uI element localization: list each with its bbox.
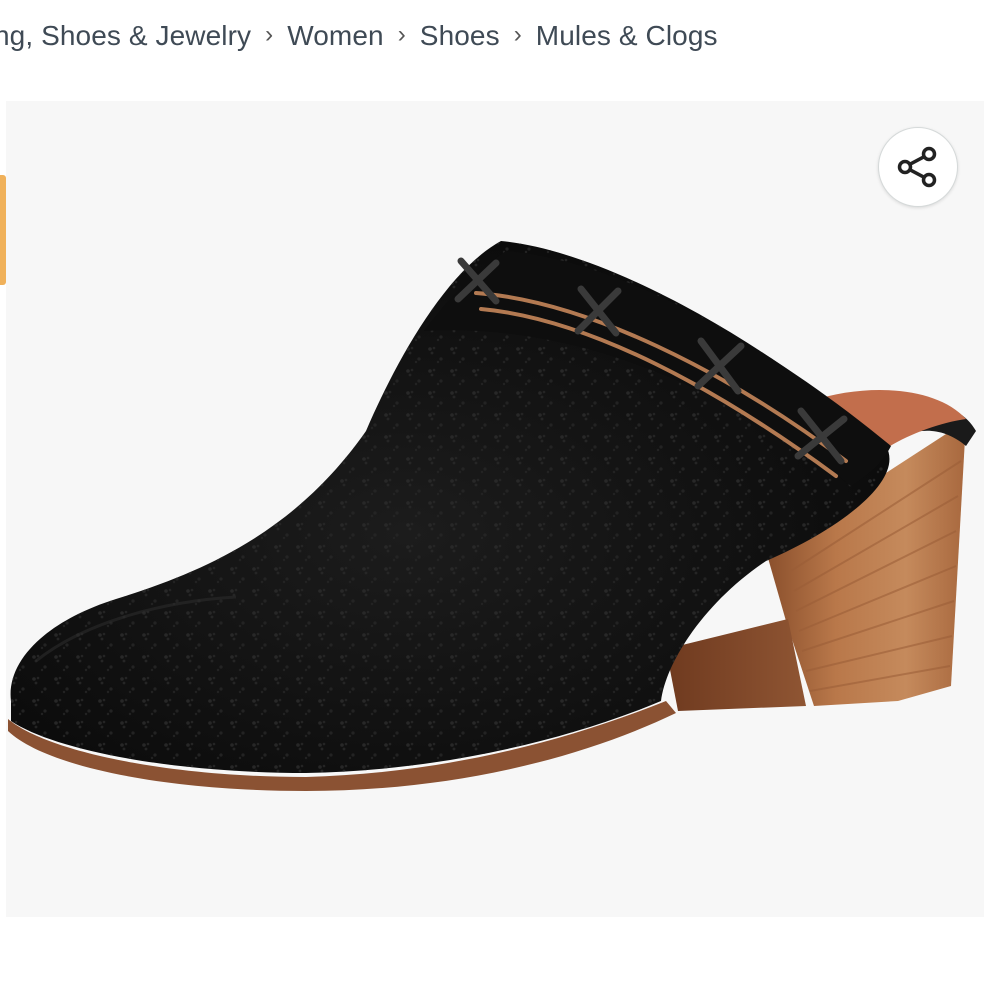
- shoe-image: [8, 241, 976, 791]
- breadcrumb-item-clothing-shoes-jewelry[interactable]: ng, Shoes & Jewelry: [0, 20, 251, 52]
- breadcrumb-separator-icon: ›: [397, 21, 406, 48]
- share-icon: [897, 146, 937, 188]
- product-page: ng, Shoes & Jewelry › Women › Shoes › Mu…: [0, 0, 1000, 1000]
- product-image[interactable]: [6, 101, 984, 917]
- breadcrumb-item-shoes[interactable]: Shoes: [420, 20, 500, 52]
- breadcrumb-separator-icon: ›: [513, 21, 522, 48]
- breadcrumb-item-women[interactable]: Women: [287, 20, 383, 52]
- breadcrumb-separator-icon: ›: [265, 21, 274, 48]
- breadcrumb: ng, Shoes & Jewelry › Women › Shoes › Mu…: [0, 14, 718, 58]
- breadcrumb-item-mules-clogs[interactable]: Mules & Clogs: [536, 20, 718, 52]
- share-button[interactable]: [878, 127, 958, 207]
